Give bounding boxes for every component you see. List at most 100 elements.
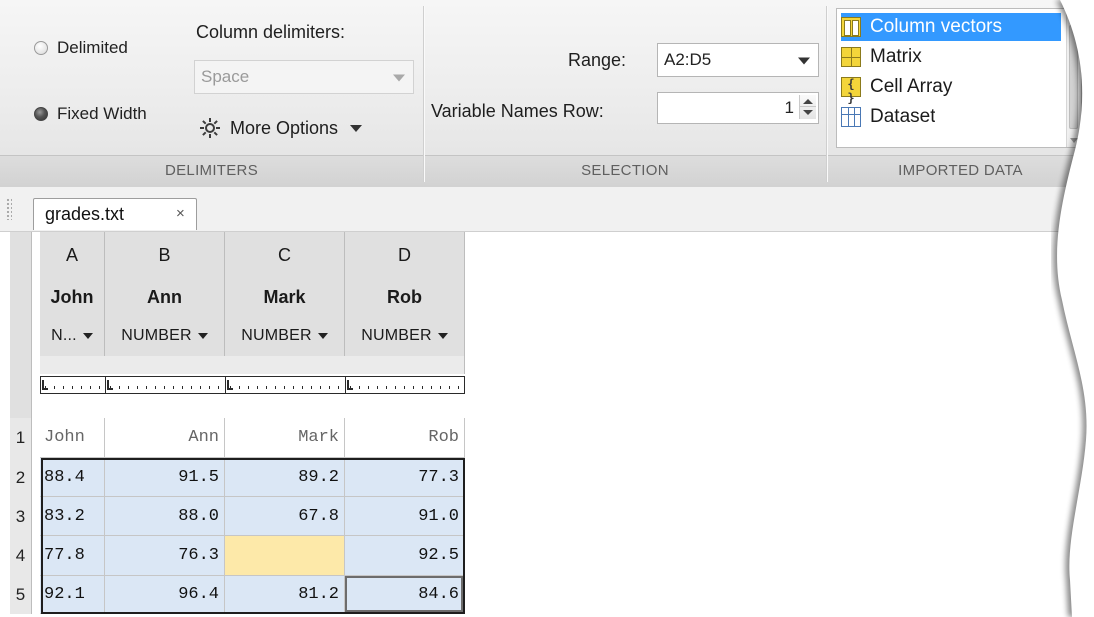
column-type-value: NUMBER: [241, 327, 312, 344]
table-cell[interactable]: 88.4: [40, 458, 105, 497]
column-width-ruler[interactable]: [40, 376, 106, 394]
chevron-down-icon: [350, 124, 363, 132]
table-cell[interactable]: Ann: [105, 418, 225, 458]
row-header[interactable]: 1: [10, 418, 32, 458]
delimited-radio[interactable]: Delimited: [34, 38, 128, 58]
list-item-cell-array[interactable]: Cell Array: [841, 73, 953, 105]
imported-data-section-label: IMPORTED DATA: [898, 162, 1023, 179]
list-item-dataset[interactable]: Dataset: [841, 105, 935, 127]
cell-array-icon: [841, 77, 861, 105]
radio-checked-icon: [34, 107, 48, 121]
scroll-down-icon[interactable]: [1070, 138, 1078, 143]
row-header[interactable]: 5: [10, 576, 32, 614]
column-width-ruler[interactable]: [105, 376, 226, 394]
header-spacer: [40, 356, 465, 374]
spinner-arrows-icon[interactable]: [799, 95, 816, 119]
section-separator: [826, 6, 827, 182]
more-options-button[interactable]: More Options: [198, 116, 363, 140]
column-header-b[interactable]: B: [105, 232, 225, 278]
table-cell[interactable]: 81.2: [225, 576, 345, 614]
column-type-dropdown-d[interactable]: NUMBER: [345, 316, 465, 356]
section-separator: [423, 6, 424, 182]
variable-name-john[interactable]: John: [40, 278, 105, 316]
column-type-dropdown-a[interactable]: N...: [40, 316, 105, 356]
table-cell[interactable]: 83.2: [40, 497, 105, 536]
variable-name-mark[interactable]: Mark: [225, 278, 345, 316]
file-tab-grades[interactable]: grades.txt ×: [33, 198, 197, 230]
table-cell[interactable]: 92.1: [40, 576, 105, 614]
column-width-ruler[interactable]: [345, 376, 465, 394]
table-cell[interactable]: 88.0: [105, 497, 225, 536]
close-icon[interactable]: ×: [176, 205, 185, 222]
scroll-up-icon[interactable]: [1070, 13, 1078, 18]
delimiters-section-label: DELIMITERS: [164, 162, 258, 179]
list-item-column-vectors[interactable]: Column vectors: [841, 13, 1061, 41]
row-header[interactable]: 2: [10, 458, 32, 497]
column-delimiter-value: Space: [201, 67, 250, 86]
table-cell[interactable]: 84.6: [345, 576, 465, 614]
dataset-icon: [841, 107, 861, 127]
table-cell[interactable]: 91.5: [105, 458, 225, 497]
list-item-label: Dataset: [870, 106, 936, 127]
chevron-down-icon: [437, 333, 448, 339]
import-tool-window: Delimited Fixed Width Column delimiters:…: [0, 0, 1094, 617]
column-header-d[interactable]: D: [345, 232, 465, 278]
row-header[interactable]: 4: [10, 536, 32, 576]
chevron-down-icon: [197, 333, 208, 339]
variable-names-row-label: Variable Names Row:: [431, 101, 604, 121]
list-item-label: Matrix: [870, 46, 922, 67]
variable-name-ann[interactable]: Ann: [105, 278, 225, 316]
column-vectors-icon: [841, 17, 861, 37]
fixed-width-radio[interactable]: Fixed Width: [34, 104, 147, 124]
table-cell[interactable]: Mark: [225, 418, 345, 458]
gear-icon: [200, 118, 220, 138]
matrix-icon: [841, 47, 861, 67]
missing-value-cell[interactable]: [225, 536, 345, 576]
grid-corner: [10, 232, 32, 418]
table-cell[interactable]: 91.0: [345, 497, 465, 536]
column-delimiters-label: Column delimiters:: [196, 22, 346, 42]
drag-grip-icon[interactable]: [6, 198, 12, 220]
selection-section-label: SELECTION: [581, 162, 669, 179]
variable-names-row-value: 1: [784, 98, 794, 117]
list-item-label: Column vectors: [870, 16, 1002, 37]
variable-name-rob[interactable]: Rob: [345, 278, 465, 316]
scrollbar-thumb[interactable]: [1069, 25, 1078, 129]
range-label: Range:: [568, 50, 627, 70]
delimited-label: Delimited: [57, 38, 128, 57]
chevron-down-icon: [393, 74, 405, 82]
more-options-label: More Options: [230, 117, 339, 138]
imported-data-type-list[interactable]: Column vectors Matrix Cell Array Dataset: [836, 8, 1082, 148]
column-width-ruler[interactable]: [225, 376, 346, 394]
table-cell[interactable]: John: [40, 418, 105, 458]
column-type-dropdown-c[interactable]: NUMBER: [225, 316, 345, 356]
chevron-down-icon: [82, 333, 93, 339]
column-delimiter-dropdown[interactable]: Space: [194, 60, 414, 94]
list-item-matrix[interactable]: Matrix: [841, 43, 922, 71]
chevron-down-icon: [798, 57, 810, 65]
variable-names-row-stepper[interactable]: 1: [657, 92, 819, 124]
table-cell[interactable]: Rob: [345, 418, 465, 458]
column-type-value: NUMBER: [361, 327, 432, 344]
table-cell[interactable]: 76.3: [105, 536, 225, 576]
column-type-value: NUMBER: [121, 327, 192, 344]
range-value: A2:D5: [664, 50, 712, 69]
table-cell[interactable]: 67.8: [225, 497, 345, 536]
table-cell[interactable]: 96.4: [105, 576, 225, 614]
column-type-dropdown-b[interactable]: NUMBER: [105, 316, 225, 356]
radio-unchecked-icon: [34, 41, 48, 55]
table-cell[interactable]: 77.8: [40, 536, 105, 576]
content-area: Delimited Fixed Width Column delimiters:…: [0, 0, 1094, 617]
row-header[interactable]: 3: [10, 497, 32, 536]
range-dropdown[interactable]: A2:D5: [657, 43, 819, 77]
list-item-label: Cell Array: [870, 76, 953, 97]
table-cell[interactable]: 92.5: [345, 536, 465, 576]
chevron-down-icon: [317, 333, 328, 339]
column-header-a[interactable]: A: [40, 232, 105, 278]
column-header-c[interactable]: C: [225, 232, 345, 278]
table-cell[interactable]: 89.2: [225, 458, 345, 497]
column-type-value: N...: [51, 327, 77, 344]
header-spacer: [40, 400, 465, 418]
list-scrollbar[interactable]: [1066, 9, 1081, 147]
table-cell[interactable]: 77.3: [345, 458, 465, 497]
